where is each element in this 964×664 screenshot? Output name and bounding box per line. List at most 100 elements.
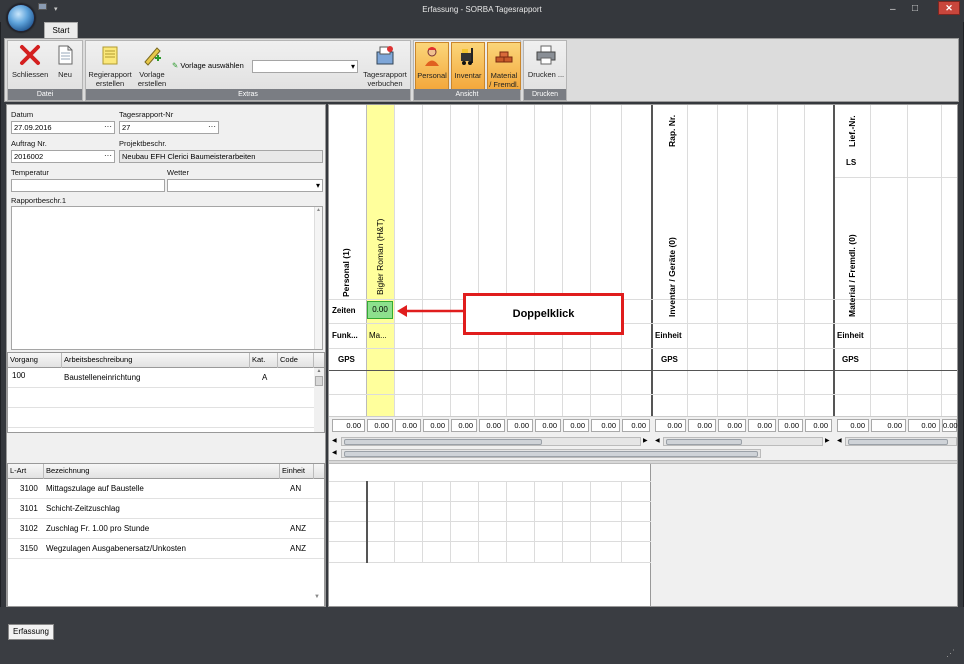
app-menu-orb-icon[interactable] bbox=[7, 4, 35, 32]
table-row[interactable] bbox=[8, 408, 324, 428]
scroll-right-icon[interactable]: ▶ bbox=[825, 437, 830, 444]
ellipsis-icon[interactable]: ··· bbox=[208, 121, 216, 132]
cell-einheit: ANZ bbox=[290, 544, 306, 553]
scroll-thumb[interactable] bbox=[344, 451, 758, 457]
scroll-up-icon[interactable]: ▲ bbox=[314, 368, 324, 374]
vorlage-erstellen-button[interactable]: Vorlage erstellen bbox=[134, 44, 170, 88]
vorgang-grid: Vorgang Arbeitsbeschreibung Kat. Code 10… bbox=[7, 352, 325, 433]
scroll-thumb[interactable] bbox=[848, 439, 948, 445]
tab-erfassung[interactable]: Erfassung bbox=[8, 624, 54, 640]
drucken-button[interactable]: Drucken ... bbox=[526, 44, 566, 79]
inventar-total: 0.00 bbox=[718, 419, 746, 432]
personal-total: 0.00 bbox=[535, 419, 561, 432]
scroll-down-icon[interactable]: ▼ bbox=[314, 594, 320, 600]
schliessen-button[interactable]: Schliessen bbox=[12, 44, 48, 79]
scroll-left-icon[interactable]: ◀ bbox=[332, 449, 337, 456]
lart-grid: L-Art Bezeichnung Einheit 3100 Mittagszu… bbox=[7, 463, 325, 607]
col-code[interactable]: Code bbox=[278, 353, 314, 368]
resize-grip-icon[interactable]: ⋰ bbox=[946, 648, 955, 659]
col-lart[interactable]: L-Art bbox=[8, 464, 44, 479]
group-label-extras: Extras bbox=[86, 89, 410, 100]
scroll-thumb[interactable] bbox=[315, 376, 323, 386]
scroll-left-icon[interactable]: ◀ bbox=[837, 437, 842, 444]
col-bezeichnung[interactable]: Bezeichnung bbox=[44, 464, 280, 479]
funk-value[interactable]: Ma... bbox=[369, 331, 387, 340]
quick-access-save-icon[interactable] bbox=[38, 3, 47, 10]
textarea-scrollbar[interactable]: ▲ bbox=[314, 207, 322, 349]
scroll-up-icon[interactable]: ▲ bbox=[315, 207, 322, 213]
scroll-left-icon[interactable]: ◀ bbox=[655, 437, 660, 444]
temperatur-input[interactable] bbox=[11, 179, 165, 192]
vorlage-select[interactable]: ▾ bbox=[252, 60, 358, 73]
window-title: Erfassung - SORBA Tagesrapport bbox=[422, 5, 542, 14]
material-view-button[interactable]: Material / Fremdl. bbox=[487, 42, 521, 90]
employee-name-header[interactable]: Bigler Roman (H&T) bbox=[375, 218, 385, 295]
regierapport-button[interactable]: Regierapport erstellen bbox=[88, 44, 132, 88]
personal-view-button[interactable]: Personal bbox=[415, 42, 449, 90]
verbuchen-icon bbox=[376, 46, 394, 65]
group-label-ansicht: Ansicht bbox=[414, 89, 520, 100]
einheit-label-material: Einheit bbox=[837, 331, 864, 340]
inventar-total: 0.00 bbox=[805, 419, 832, 432]
tab-start[interactable]: Start bbox=[44, 22, 78, 39]
scroll-thumb[interactable] bbox=[666, 439, 742, 445]
table-row[interactable]: 100 Baustelleneinrichtung A bbox=[8, 368, 324, 388]
zeiten-cell-selected[interactable]: 0.00 bbox=[367, 301, 393, 319]
wetter-select[interactable]: ▾ bbox=[167, 179, 323, 192]
personal-hscrollbar[interactable] bbox=[341, 437, 641, 446]
auftrag-field[interactable]: 2016002 ··· bbox=[11, 150, 115, 163]
inventar-hscrollbar[interactable] bbox=[663, 437, 823, 446]
neu-button[interactable]: Neu bbox=[52, 44, 78, 79]
col-vorgang[interactable]: Vorgang bbox=[8, 353, 62, 368]
col-kat[interactable]: Kat. bbox=[250, 353, 278, 368]
col-einheit[interactable]: Einheit bbox=[280, 464, 314, 479]
vorlage-erstellen-label-2: erstellen bbox=[137, 79, 167, 88]
cell-bezeichnung: Schicht-Zeitzuschlag bbox=[46, 504, 120, 513]
right-pane: Personal (1) Bigler Roman (H&T) Zeiten 0… bbox=[328, 104, 958, 607]
table-row[interactable] bbox=[8, 388, 324, 408]
vorgang-scrollbar[interactable]: ▲ bbox=[314, 368, 324, 432]
rapportbeschr-textarea[interactable] bbox=[11, 206, 323, 350]
inventar-total: 0.00 bbox=[748, 419, 776, 432]
personal-total: 0.00 bbox=[423, 419, 449, 432]
zeiten-label: Zeiten bbox=[332, 306, 356, 315]
table-row[interactable]: 3150 Wegzulagen Ausgabenersatz/Unkosten … bbox=[8, 539, 324, 559]
personal-total: 0.00 bbox=[591, 419, 620, 432]
col-arbeitsbeschreibung[interactable]: Arbeitsbeschreibung bbox=[62, 353, 250, 368]
table-row[interactable]: 3101 Schicht-Zeitzuschlag bbox=[8, 499, 324, 519]
title-bar: Erfassung - SORBA Tagesrapport ▾ – □ ✕ bbox=[0, 0, 964, 22]
tagesrapport-verbuchen-button[interactable]: Tagesrapport verbuchen bbox=[360, 44, 410, 88]
datum-value: 27.09.2016 bbox=[14, 123, 52, 132]
lart-grid-body: 3100 Mittagszulage auf Baustelle AN 3101… bbox=[8, 479, 324, 559]
cell-lart: 3150 bbox=[20, 544, 38, 553]
cell-kat: A bbox=[262, 373, 268, 382]
main-hscrollbar[interactable] bbox=[341, 449, 761, 458]
bricks-icon bbox=[495, 51, 513, 63]
inventar-view-button[interactable]: Inventar bbox=[451, 42, 485, 90]
material-hscrollbar[interactable] bbox=[845, 437, 957, 446]
datum-field[interactable]: 27.09.2016 ··· bbox=[11, 121, 115, 134]
tagesrapport-label-2: verbuchen bbox=[367, 79, 403, 88]
gps-label-material: GPS bbox=[842, 355, 859, 364]
table-row[interactable]: 3102 Zuschlag Fr. 1.00 pro Stunde ANZ bbox=[8, 519, 324, 539]
minimize-button[interactable]: – bbox=[890, 4, 896, 15]
material-label-2: / Fremdl. bbox=[489, 80, 519, 89]
personal-total: 0.00 bbox=[367, 419, 393, 432]
table-row[interactable]: 3100 Mittagszulage auf Baustelle AN bbox=[8, 479, 324, 499]
ellipsis-icon[interactable]: ··· bbox=[104, 150, 112, 161]
material-total: 0.00 bbox=[942, 419, 958, 432]
quick-access-dropdown-icon[interactable]: ▾ bbox=[54, 5, 58, 13]
cell-beschreibung: Baustelleneinrichtung bbox=[64, 373, 141, 382]
scroll-left-icon[interactable]: ◀ bbox=[332, 437, 337, 444]
scroll-thumb[interactable] bbox=[344, 439, 542, 445]
chevron-down-icon: ▾ bbox=[315, 181, 320, 190]
wetter-label: Wetter bbox=[167, 168, 189, 177]
temperatur-label: Temperatur bbox=[11, 168, 49, 177]
maximize-button[interactable]: □ bbox=[912, 3, 918, 14]
scroll-right-icon[interactable]: ▶ bbox=[643, 437, 648, 444]
close-window-button[interactable]: ✕ bbox=[938, 1, 960, 15]
tagesrapport-nr-field[interactable]: 27 ··· bbox=[119, 121, 219, 134]
printer-icon bbox=[536, 45, 556, 65]
ellipsis-icon[interactable]: ··· bbox=[104, 121, 112, 132]
ribbon-group-datei: Schliessen Neu Datei bbox=[7, 40, 83, 101]
